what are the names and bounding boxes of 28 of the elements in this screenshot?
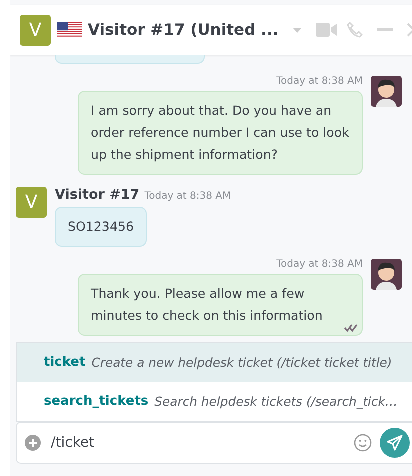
command-name: ticket [44,355,86,370]
timestamp: Today at 8:38 AM [276,259,363,270]
timestamp: Today at 8:38 AM [276,76,363,87]
suggestion-item[interactable]: ticket Create a new helpdesk ticket (/ticket ticket title) [17,343,412,382]
command-name: search_tickets [44,394,149,409]
plus-icon[interactable] [25,435,41,451]
emoji-icon[interactable] [354,434,372,452]
message-bubble: Thank you. Please allow me a few minutes to check on this information [78,274,363,336]
message-composer[interactable]: /ticket [16,422,412,464]
command-description: Create a new helpdesk ticket (/ticket ticket title) [92,355,392,370]
visitor-avatar: V [16,187,47,218]
send-button[interactable] [380,428,410,458]
message-bubble: I am sorry about that. Do you have an order reference number I can use to look up the shipment information? [78,91,363,175]
window-title: Visitor #17 (United ... [88,21,279,39]
avatar-icon [371,76,402,107]
caret-icon[interactable] [292,28,302,32]
avatar-icon [371,259,402,290]
command-description: Search helpdesk tickets (/search_tick… [154,394,398,409]
author-name: Visitor #17 [55,187,140,203]
flag-icon [57,22,82,38]
timestamp: Today at 8:38 AM [144,191,232,202]
send-icon [387,435,403,451]
phone-icon[interactable] [346,22,363,38]
message-input[interactable]: /ticket [49,434,346,452]
video-camera-icon[interactable] [316,23,337,37]
minimize-icon[interactable] [376,28,393,32]
message-bubble: SO123456 [55,207,147,247]
visitor-avatar: V [20,14,51,46]
